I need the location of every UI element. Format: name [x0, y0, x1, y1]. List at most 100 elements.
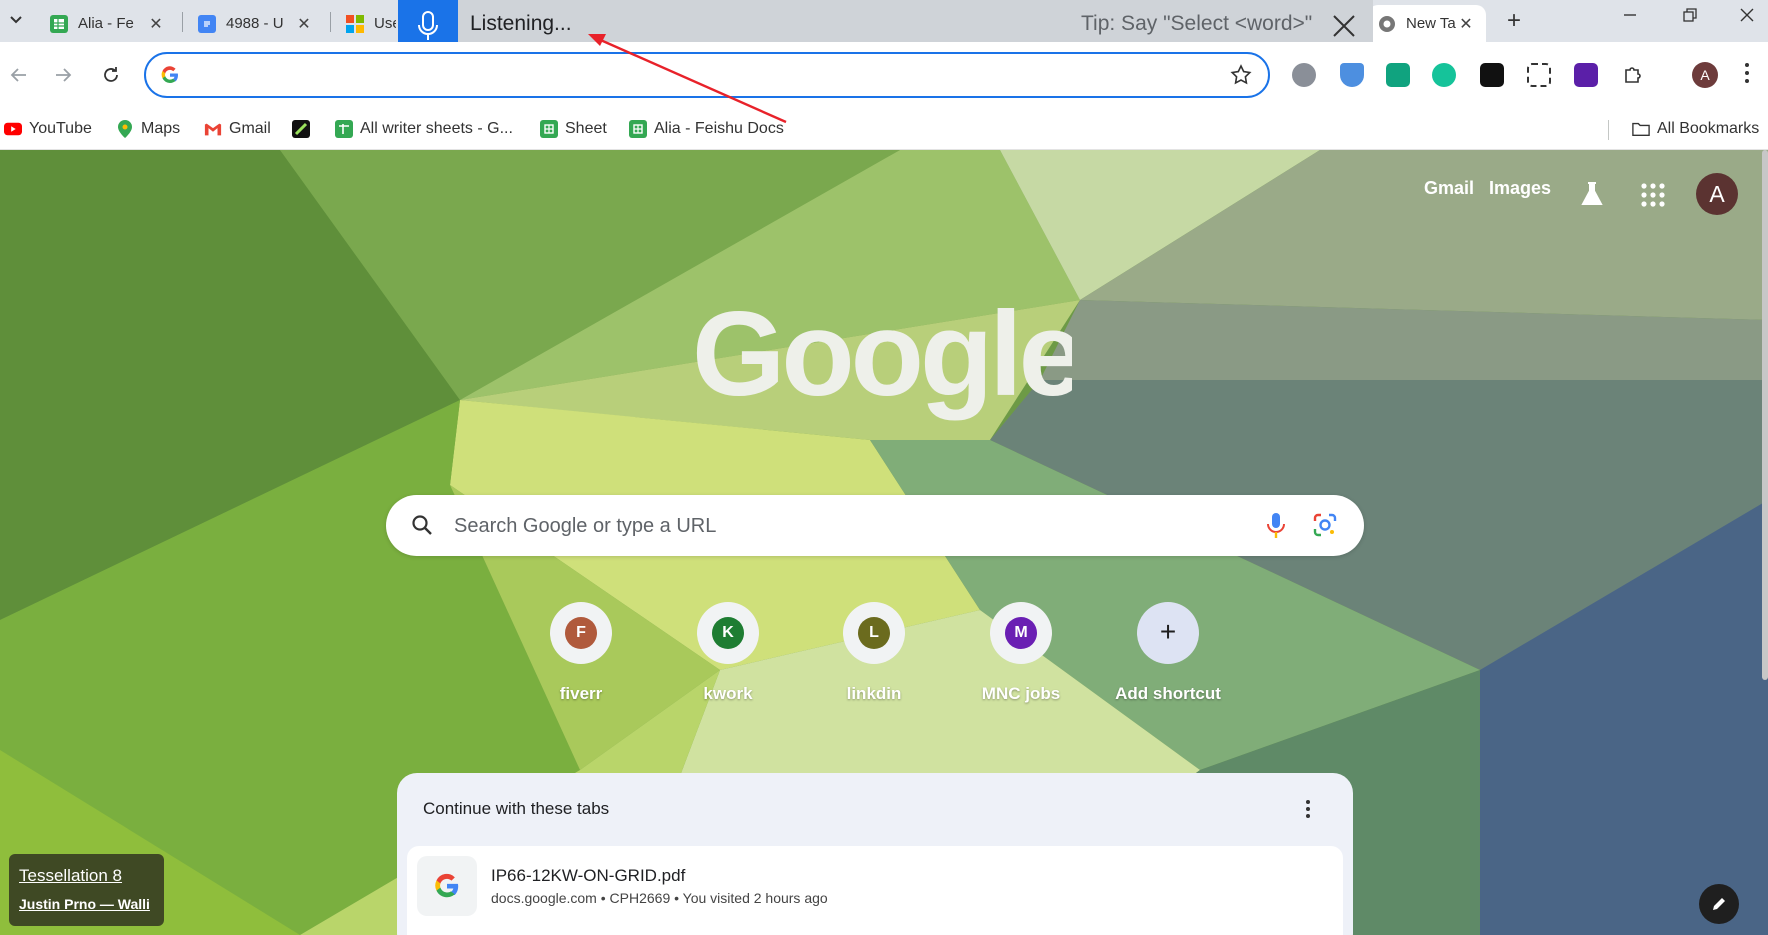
tab-divider: [330, 12, 331, 32]
ntp-search-box[interactable]: [386, 495, 1364, 556]
bookmark-all-writer-sheets[interactable]: All writer sheets - G...: [335, 117, 513, 141]
browser-toolbar: A: [0, 42, 1768, 108]
folder-icon: [1632, 120, 1650, 138]
labs-flask-icon[interactable]: [1578, 180, 1606, 208]
bookmark-maps[interactable]: Maps: [116, 117, 180, 141]
tab-title: Alia - Fe: [78, 15, 134, 32]
screenshot-extension-icon[interactable]: [1527, 63, 1551, 87]
bookmark-alia-feishu[interactable]: Alia - Feishu Docs: [629, 117, 784, 141]
shortcut-label: linkdin: [846, 684, 902, 703]
close-icon[interactable]: ✕: [1456, 14, 1476, 34]
svg-text:Google: Google: [692, 305, 1072, 421]
minimize-button[interactable]: [1610, 8, 1650, 34]
account-avatar[interactable]: A: [1696, 173, 1738, 215]
google-g-icon: [160, 65, 180, 90]
tab-search-chevron-icon[interactable]: [4, 9, 28, 31]
youtube-icon: [4, 120, 22, 138]
tab-use[interactable]: Use: [336, 5, 406, 42]
bookmark-sheet[interactable]: Sheet: [540, 117, 607, 141]
bookmark-app[interactable]: [292, 117, 317, 141]
ntp-search-input[interactable]: [452, 511, 1212, 541]
images-link[interactable]: Images: [1489, 178, 1551, 199]
close-icon[interactable]: ✕: [294, 14, 314, 34]
restore-button[interactable]: [1670, 8, 1710, 34]
bookmark-label: Sheet: [565, 120, 607, 137]
reload-button[interactable]: [94, 58, 128, 92]
scrollbar[interactable]: [1762, 150, 1768, 680]
google-lens-icon[interactable]: [1312, 512, 1338, 543]
continue-tabs-card: Continue with these tabs IP66-12KW-ON-GR…: [397, 773, 1353, 935]
close-icon[interactable]: [1328, 10, 1360, 42]
more-options-icon[interactable]: [1305, 799, 1317, 819]
shortcut-label: MNC jobs: [981, 684, 1061, 703]
bookmarks-bar: YouTube Maps Gmail All writer sheets - G…: [0, 108, 1768, 150]
tab-4988[interactable]: 4988 - U ✕: [188, 5, 324, 42]
attribution-author-link[interactable]: Justin Prno — Walli: [19, 896, 150, 912]
shortcut-fiverr[interactable]: F fiverr: [521, 602, 641, 704]
sheets-icon: [50, 14, 68, 33]
bookmark-label: All writer sheets - G...: [360, 120, 513, 137]
shortcut-letter: F: [565, 617, 597, 649]
puzzle-icon[interactable]: [1622, 63, 1646, 87]
apps-grid-icon[interactable]: [1640, 182, 1666, 208]
all-bookmarks-button[interactable]: All Bookmarks: [1632, 117, 1759, 141]
tab-alia[interactable]: Alia - Fe ✕: [40, 5, 176, 42]
bookmark-label: Maps: [141, 120, 181, 137]
new-tab-button[interactable]: +: [1500, 8, 1528, 36]
tab-title: New Ta: [1406, 15, 1456, 32]
docs-icon: [198, 14, 216, 33]
tab-divider: [182, 12, 183, 32]
continue-tab-item[interactable]: IP66-12KW-ON-GRID.pdf docs.google.com • …: [407, 846, 1343, 935]
close-window-button[interactable]: [1730, 8, 1764, 34]
all-bookmarks-label: All Bookmarks: [1657, 120, 1760, 137]
continue-tab-meta: docs.google.com • CPH2669 • You visited …: [491, 890, 828, 906]
voice-search-icon[interactable]: [1266, 512, 1286, 545]
chatgpt-extension-icon[interactable]: [1386, 63, 1410, 87]
bookmark-label: Gmail: [229, 120, 271, 137]
extension-icon[interactable]: [1480, 63, 1504, 87]
tab-title: Use: [374, 15, 396, 32]
bookmark-youtube[interactable]: YouTube: [4, 117, 92, 141]
extension-icon[interactable]: [1292, 63, 1316, 87]
bookmark-gmail[interactable]: Gmail: [204, 117, 271, 141]
close-icon[interactable]: ✕: [146, 14, 166, 34]
gmail-icon: [204, 120, 222, 138]
new-tab-page: Gmail Images A Google F fiverr K kwork L…: [0, 150, 1768, 935]
sheets-icon: [540, 120, 558, 138]
app-icon: [292, 120, 310, 138]
microsoft-icon: [346, 14, 364, 33]
shortcut-label: Add shortcut: [1115, 684, 1221, 703]
bookmark-label: Alia - Feishu Docs: [654, 120, 784, 137]
shortcut-linkdin[interactable]: L linkdin: [814, 602, 934, 704]
customize-pencil-icon[interactable]: [1699, 884, 1739, 924]
maps-icon: [116, 120, 134, 138]
sheets-icon: [335, 120, 353, 138]
tab-new-tab[interactable]: New Ta ✕: [1368, 5, 1486, 42]
search-icon: [410, 513, 434, 542]
voice-tip: Tip: Say "Select <word>": [1081, 12, 1313, 35]
shortcut-kwork[interactable]: K kwork: [668, 602, 788, 704]
forward-button[interactable]: [46, 58, 80, 92]
google-g-icon: [417, 856, 477, 916]
shortcut-letter: L: [858, 617, 890, 649]
voice-status: Listening...: [470, 12, 572, 35]
address-input[interactable]: [194, 62, 1194, 88]
google-logo: Google: [692, 305, 1072, 421]
tab-title: 4988 - U: [226, 15, 284, 32]
shortcut-letter: K: [712, 617, 744, 649]
gmail-link[interactable]: Gmail: [1424, 178, 1474, 199]
shortcut-letter: M: [1005, 617, 1037, 649]
shield-extension-icon[interactable]: [1340, 63, 1364, 87]
continue-tabs-title: Continue with these tabs: [423, 799, 610, 818]
attribution-title-link[interactable]: Tessellation 8: [19, 866, 122, 886]
grammarly-icon[interactable]: [1432, 63, 1456, 87]
add-shortcut-button[interactable]: + Add shortcut: [1108, 602, 1228, 704]
menu-icon[interactable]: [1744, 62, 1758, 88]
address-bar[interactable]: [144, 52, 1270, 98]
background-attribution: Tessellation 8 Justin Prno — Walli: [9, 854, 164, 926]
shortcut-mnc-jobs[interactable]: M MNC jobs: [961, 602, 1081, 704]
profile-avatar[interactable]: A: [1692, 62, 1718, 88]
bookmark-star-icon[interactable]: [1230, 64, 1252, 91]
extension-icon[interactable]: [1574, 63, 1598, 87]
back-button[interactable]: [2, 58, 36, 92]
